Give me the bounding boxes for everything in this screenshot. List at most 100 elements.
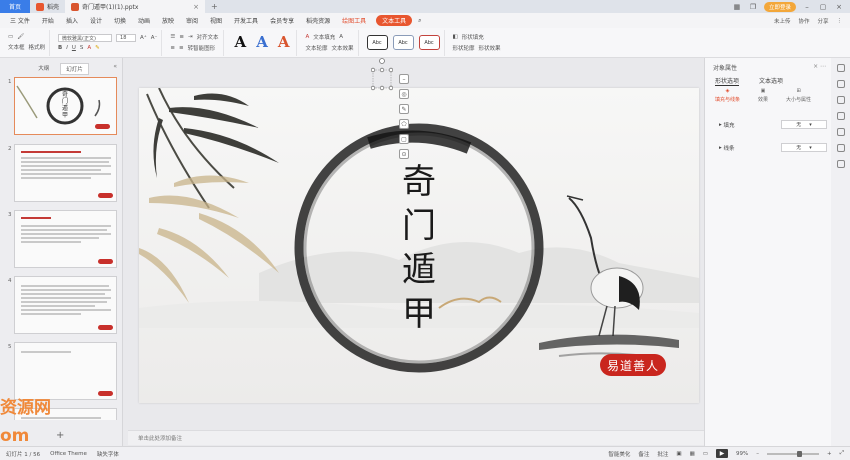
- menu-review[interactable]: 审阅: [180, 16, 204, 25]
- crop-icon[interactable]: ▢: [399, 134, 409, 144]
- style-icon[interactable]: [836, 80, 845, 88]
- animation-icon[interactable]: [836, 96, 845, 104]
- grid-icon[interactable]: ▦: [732, 3, 742, 11]
- notes-bar[interactable]: 单击此处添加备注: [128, 430, 704, 445]
- properties-icon[interactable]: [836, 64, 845, 72]
- format-brush-button[interactable]: 格式刷: [29, 43, 46, 51]
- bold-button[interactable]: B: [58, 45, 62, 51]
- wordart-red-button[interactable]: A: [275, 35, 293, 50]
- help-icon[interactable]: [836, 128, 845, 136]
- smart-beautify-button[interactable]: 智能美化: [608, 450, 630, 458]
- zoom-out-icon[interactable]: –: [756, 451, 759, 457]
- fill-select[interactable]: 无 ▾: [781, 120, 827, 129]
- size-props-tab[interactable]: ⊞ 大小与属性: [786, 88, 811, 103]
- slide-canvas[interactable]: 奇 门 遁 甲 易道善人 – ◎ ✎ ⬠ ▢ ⊙: [123, 58, 704, 430]
- thumbnail-slide-2[interactable]: [14, 144, 117, 202]
- font-shrink-button[interactable]: A⁻: [151, 35, 158, 41]
- reading-view-icon[interactable]: ▭: [703, 451, 708, 457]
- align-left-icon[interactable]: ≡: [170, 45, 175, 51]
- number-list-icon[interactable]: ≡: [179, 34, 184, 40]
- bullet-list-icon[interactable]: ☰: [170, 34, 175, 40]
- menu-transition[interactable]: 切换: [108, 16, 132, 25]
- fit-window-icon[interactable]: ⤢: [840, 450, 844, 457]
- shape-style-2[interactable]: Abc: [392, 35, 414, 50]
- zoom-in-icon[interactable]: +: [827, 451, 832, 457]
- italic-button[interactable]: I: [66, 45, 68, 51]
- strike-icon[interactable]: S: [80, 45, 84, 51]
- zoom-level[interactable]: 99%: [736, 451, 748, 457]
- wordart-blue-button[interactable]: A: [253, 35, 271, 50]
- line-row[interactable]: ▸ 线条 无 ▾: [719, 143, 827, 152]
- convert-smart-button[interactable]: 转智能图形: [188, 44, 216, 52]
- menu-daoke-resources[interactable]: 稻壳资源: [300, 16, 336, 25]
- add-slide-button[interactable]: +: [56, 430, 64, 441]
- zoom-slider-handle[interactable]: [796, 450, 802, 457]
- maximize-icon[interactable]: ▢: [818, 3, 828, 11]
- text-effect-button[interactable]: 文本效果: [331, 44, 353, 52]
- font-name-select[interactable]: 微软雅黑(正文): [58, 34, 113, 42]
- collaborate-button[interactable]: 协作: [798, 17, 809, 25]
- menu-developer[interactable]: 开发工具: [228, 16, 264, 25]
- backup-icon[interactable]: [836, 144, 845, 152]
- new-tab-button[interactable]: +: [205, 2, 224, 11]
- underline-button[interactable]: U: [72, 45, 76, 51]
- share-icon[interactable]: [836, 160, 845, 168]
- notes-button[interactable]: 备注: [638, 450, 649, 458]
- menu-text-tools[interactable]: 文本工具: [376, 15, 413, 26]
- layers-icon[interactable]: ◎: [399, 89, 409, 99]
- indent-icon[interactable]: ⇥: [188, 34, 193, 40]
- font-size-select[interactable]: 18: [116, 34, 137, 42]
- highlight-icon[interactable]: ✎: [95, 45, 100, 51]
- comment-button[interactable]: 批注: [657, 450, 668, 458]
- shape-effect-button[interactable]: 形状效果: [479, 44, 501, 52]
- tab-slides[interactable]: 幻灯片: [60, 63, 89, 75]
- textbox-button[interactable]: 文本框: [8, 43, 25, 51]
- close-icon[interactable]: ×: [193, 3, 199, 11]
- zoom-slider[interactable]: [766, 450, 819, 457]
- tab-outline[interactable]: 大纲: [33, 63, 54, 75]
- slide-1[interactable]: 奇 门 遁 甲 易道善人: [139, 88, 699, 403]
- menu-insert[interactable]: 插入: [60, 16, 84, 25]
- restore-icon[interactable]: ❐: [748, 3, 758, 11]
- fill-line-tab[interactable]: ◈ 填充与线条: [715, 88, 740, 103]
- shape-style-1[interactable]: Abc: [366, 35, 388, 50]
- login-button[interactable]: 立即登录: [763, 1, 796, 12]
- menu-home[interactable]: 开始: [36, 16, 60, 25]
- text-outline-button[interactable]: 文本轮廓: [305, 44, 327, 52]
- panel-close-icon[interactable]: × ⋯: [813, 63, 826, 70]
- line-select[interactable]: 无 ▾: [781, 143, 827, 152]
- shape-fill-button[interactable]: 形状填充: [462, 33, 484, 41]
- tab-home[interactable]: 首页: [0, 0, 30, 13]
- window-close-icon[interactable]: ×: [834, 3, 844, 11]
- selection-handles[interactable]: [371, 58, 393, 92]
- menu-view[interactable]: 视图: [204, 16, 228, 25]
- align-text-button[interactable]: 对齐文本: [197, 33, 219, 41]
- share-button[interactable]: 分享: [817, 17, 828, 25]
- menu-member[interactable]: 会员专享: [264, 16, 300, 25]
- tab-text-options[interactable]: 文本选项: [759, 76, 783, 86]
- thumbnail-slide-4[interactable]: [14, 276, 117, 334]
- font-color-icon[interactable]: A: [87, 45, 91, 51]
- effects-tab[interactable]: ▣ 效果: [758, 88, 768, 103]
- textbox-icon[interactable]: ▭: [8, 34, 13, 40]
- menu-file[interactable]: 三 文件: [4, 16, 36, 25]
- tab-daoke[interactable]: 稻壳: [30, 0, 65, 13]
- wordart-black-button[interactable]: A: [232, 35, 250, 50]
- format-brush-icon[interactable]: 🖌: [17, 34, 24, 40]
- panel-collapse-icon[interactable]: «: [113, 63, 117, 70]
- normal-view-icon[interactable]: ▣: [676, 451, 681, 457]
- search-icon[interactable]: ⌕: [412, 17, 427, 25]
- tab-document[interactable]: 奇门遁甲(1)(1).pptx ×: [65, 0, 206, 13]
- shape-style-icon[interactable]: ⬠: [399, 119, 409, 129]
- text-fill-button[interactable]: 文本填充: [313, 33, 335, 41]
- template-icon[interactable]: [836, 112, 845, 120]
- font-grow-button[interactable]: A⁺: [140, 35, 147, 41]
- tab-shape-options[interactable]: 形状选项: [715, 76, 740, 86]
- menu-drawing-tools[interactable]: 绘图工具: [336, 16, 372, 25]
- pen-icon[interactable]: ✎: [399, 104, 409, 114]
- fill-row[interactable]: ▸ 填充 无 ▾: [719, 120, 827, 129]
- location-icon[interactable]: ⊙: [399, 149, 409, 159]
- sorter-view-icon[interactable]: ▦: [690, 451, 695, 457]
- thumbnail-slide-3[interactable]: [14, 210, 117, 268]
- collapse-icon[interactable]: –: [399, 74, 409, 84]
